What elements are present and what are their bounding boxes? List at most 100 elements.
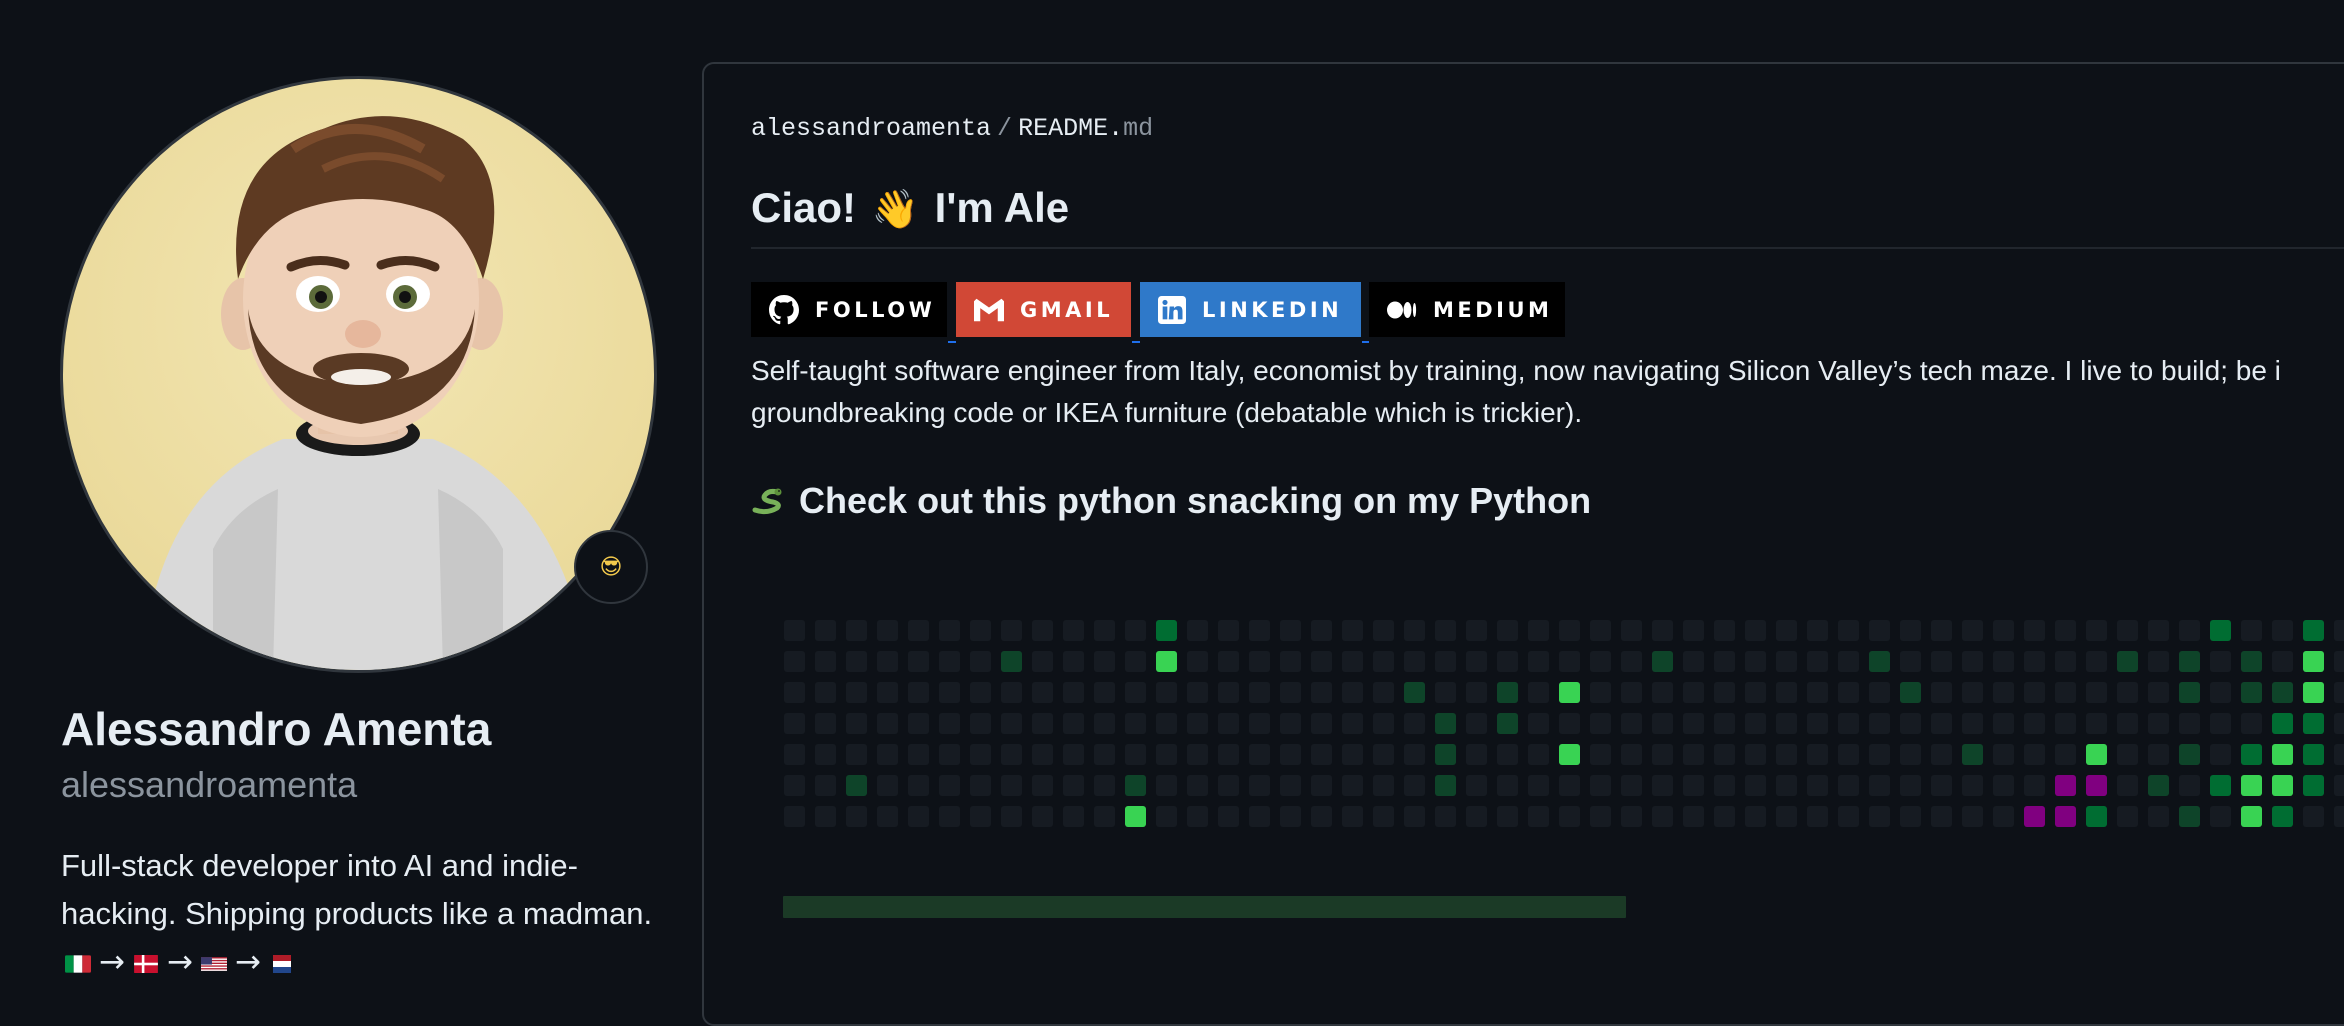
contribution-cell (970, 713, 991, 734)
readme-path-file: README. (1018, 114, 1124, 143)
contribution-cell (815, 744, 836, 765)
contribution-cell (1962, 806, 1983, 827)
contribution-cell (1435, 775, 1456, 796)
contribution-cell (1900, 744, 1921, 765)
contribution-cell (784, 682, 805, 703)
contribution-cell (1373, 775, 1394, 796)
contribution-cell (1342, 806, 1363, 827)
contribution-cell (1714, 806, 1735, 827)
readme-path-ext: md (1123, 114, 1154, 143)
contribution-cell (1807, 682, 1828, 703)
contribution-cell (1590, 806, 1611, 827)
contribution-cell (1776, 775, 1797, 796)
contribution-cell (815, 651, 836, 672)
contribution-cell (1032, 775, 1053, 796)
contribution-cell (815, 713, 836, 734)
contribution-cell (1218, 744, 1239, 765)
contribution-cell (877, 775, 898, 796)
contribution-cell (1280, 713, 1301, 734)
status-bubble[interactable]: 😎 (574, 530, 648, 604)
contribution-cell (1590, 713, 1611, 734)
contribution-cell (2148, 620, 2169, 641)
medium-badge-label: MEDIUM (1433, 297, 1553, 322)
contribution-cell (1125, 651, 1146, 672)
gmail-badge[interactable]: GMAIL (956, 282, 1131, 337)
contribution-cell (2117, 651, 2138, 672)
contribution-cell (1125, 620, 1146, 641)
contribution-cell (784, 713, 805, 734)
snake-icon (752, 488, 782, 515)
contribution-cell (2086, 651, 2107, 672)
contribution-cell (1807, 620, 1828, 641)
contribution-cell (1156, 682, 1177, 703)
contribution-cell (1435, 620, 1456, 641)
contribution-cell (1962, 744, 1983, 765)
contribution-cell (1590, 744, 1611, 765)
contribution-cell (1993, 651, 2014, 672)
contribution-cell (1652, 775, 1673, 796)
contribution-cell (1962, 713, 1983, 734)
contribution-cell (2210, 713, 2231, 734)
contribution-cell (2148, 775, 2169, 796)
sunglasses-face-icon: 😎 (599, 554, 623, 580)
contribution-cell (1218, 806, 1239, 827)
contribution-cell (908, 744, 929, 765)
contribution-cell (1032, 651, 1053, 672)
contribution-cell (1683, 651, 1704, 672)
contribution-cell (1900, 775, 1921, 796)
readme-greeting: Ciao! 👋 I'm Ale (751, 184, 1069, 232)
contribution-cell (1559, 775, 1580, 796)
contribution-cell (1342, 744, 1363, 765)
contribution-cell (2210, 744, 2231, 765)
contribution-cell (1745, 713, 1766, 734)
contribution-cell (1559, 806, 1580, 827)
contribution-cell (1156, 806, 1177, 827)
follow-badge[interactable]: FOLLOW (751, 282, 947, 337)
contribution-cell (1001, 806, 1022, 827)
contribution-cell (2024, 651, 2045, 672)
snake-segment (2086, 775, 2107, 796)
contribution-cell (939, 682, 960, 703)
contribution-cell (1497, 620, 1518, 641)
contribution-cell (1869, 713, 1890, 734)
contribution-cell (1094, 682, 1115, 703)
github-icon (769, 294, 799, 324)
contribution-cell (1900, 682, 1921, 703)
contribution-cell (970, 620, 991, 641)
readme-path-owner[interactable]: alessandroamenta (751, 114, 991, 143)
contribution-cell (877, 620, 898, 641)
contribution-cell (1187, 651, 1208, 672)
contribution-cell (1714, 620, 1735, 641)
contribution-cell (2272, 806, 2293, 827)
contribution-cell (1652, 744, 1673, 765)
contribution-cell (939, 744, 960, 765)
contribution-cell (1993, 744, 2014, 765)
contribution-cell (846, 620, 867, 641)
linkedin-badge[interactable]: LINKEDIN (1140, 282, 1361, 337)
contribution-cell (2210, 682, 2231, 703)
contribution-cell (1807, 713, 1828, 734)
contribution-cell (1280, 682, 1301, 703)
contribution-cell (1311, 713, 1332, 734)
avatar[interactable] (60, 76, 657, 673)
contribution-cell (2241, 775, 2262, 796)
contribution-cell (2086, 806, 2107, 827)
contribution-cell (1621, 775, 1642, 796)
contribution-cell (1249, 775, 1270, 796)
contribution-cell (939, 806, 960, 827)
contribution-cell (1342, 682, 1363, 703)
contribution-cell (1094, 651, 1115, 672)
contribution-cell (2272, 651, 2293, 672)
contribution-cell (2334, 651, 2344, 672)
contribution-cell (1745, 775, 1766, 796)
contribution-cell (1652, 651, 1673, 672)
contribution-cell (2148, 682, 2169, 703)
contribution-cell (1218, 775, 1239, 796)
contribution-cell (1621, 744, 1642, 765)
medium-badge[interactable]: MEDIUM (1369, 282, 1565, 337)
contribution-cell (1125, 775, 1146, 796)
contribution-cell (815, 620, 836, 641)
contribution-cell (1466, 682, 1487, 703)
contribution-cell (1466, 744, 1487, 765)
contribution-cell (2241, 682, 2262, 703)
